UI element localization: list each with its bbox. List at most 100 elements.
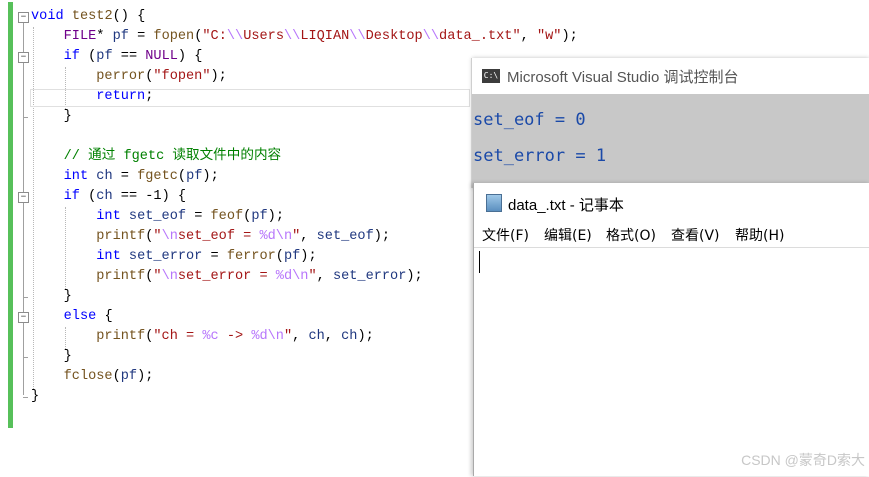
- outline-end-marker: [23, 397, 28, 398]
- code-token: fopen: [153, 29, 195, 44]
- code-token: =: [128, 29, 154, 44]
- menu-edit[interactable]: 编辑(E): [544, 225, 592, 245]
- notepad-window[interactable]: data_.txt - 记事本 文件(F) 编辑(E) 格式(O) 查看(V) …: [473, 183, 869, 476]
- code-line: fclose(pf);: [31, 367, 154, 387]
- code-token: set_eof: [128, 209, 187, 224]
- code-token: int: [96, 249, 121, 264]
- code-token: (: [177, 169, 187, 184]
- code-token: int: [63, 169, 89, 184]
- outline-end-marker: [23, 117, 28, 118]
- code-token: (: [79, 49, 97, 64]
- code-token: ,: [316, 269, 333, 284]
- code-token: int: [96, 209, 121, 224]
- code-token: ) {: [177, 49, 203, 64]
- code-line: else {: [31, 307, 113, 327]
- code-token: );: [210, 69, 227, 84]
- code-token: "ch =: [153, 329, 203, 344]
- collapse-function-icon[interactable]: −: [18, 12, 29, 23]
- code-line: int set_eof = feof(pf);: [31, 207, 284, 227]
- code-token: () {: [112, 9, 146, 24]
- code-token: fgetc: [137, 169, 178, 184]
- code-line: int set_error = ferror(pf);: [31, 247, 316, 267]
- code-token: set_error: [332, 269, 407, 284]
- code-token: \n: [267, 329, 284, 344]
- console-output-line: set_error = 1: [473, 146, 607, 166]
- code-token: data_.txt": [439, 29, 521, 44]
- code-token: );: [373, 229, 391, 244]
- code-token: ch: [96, 189, 113, 204]
- text-caret: [479, 251, 480, 273]
- code-token: ": [153, 269, 162, 284]
- outline-line: [23, 23, 24, 395]
- code-token: ,: [520, 29, 537, 44]
- code-line: // 通过 fgetc 读取文件中的内容: [31, 147, 282, 167]
- collapse-if-block-icon[interactable]: −: [18, 192, 29, 203]
- menu-view[interactable]: 查看(V): [671, 225, 720, 245]
- code-line: }: [31, 107, 72, 127]
- menu-format[interactable]: 格式(O): [606, 225, 656, 245]
- notepad-icon: [486, 194, 502, 212]
- code-token: );: [406, 269, 423, 284]
- collapse-if-block-icon[interactable]: −: [18, 52, 29, 63]
- code-token: pf: [96, 49, 113, 64]
- collapse-else-block-icon[interactable]: −: [18, 312, 29, 323]
- code-token: );: [357, 329, 374, 344]
- code-token: FILE: [63, 29, 97, 44]
- code-token: %d: [259, 229, 276, 244]
- code-token: (: [79, 189, 97, 204]
- code-token: pf: [112, 29, 129, 44]
- console-title: Microsoft Visual Studio 调试控制台: [507, 69, 739, 86]
- debug-console-window[interactable]: C:\ Microsoft Visual Studio 调试控制台 set_eo…: [472, 58, 869, 188]
- code-token: =: [112, 169, 138, 184]
- code-token: == -1) {: [112, 189, 187, 204]
- code-token: perror: [96, 69, 146, 84]
- code-token: LIQIAN: [300, 29, 350, 44]
- code-token: );: [267, 209, 284, 224]
- menu-help[interactable]: 帮助(H): [735, 225, 784, 245]
- code-token: ,: [300, 229, 317, 244]
- notepad-text-area[interactable]: [474, 247, 869, 477]
- code-token: }: [31, 389, 40, 404]
- code-token: \\: [422, 29, 440, 44]
- code-token: "fopen": [153, 69, 211, 84]
- menu-file[interactable]: 文件(F): [482, 225, 529, 245]
- code-token: set_error: [128, 249, 203, 264]
- code-token: \\: [284, 29, 301, 44]
- code-token: test2: [71, 9, 113, 24]
- console-titlebar[interactable]: C:\ Microsoft Visual Studio 调试控制台: [472, 58, 869, 94]
- code-token: NULL: [145, 49, 178, 64]
- code-line: }: [31, 347, 72, 367]
- code-token: \n: [161, 269, 178, 284]
- notepad-titlebar[interactable]: data_.txt - 记事本: [474, 183, 869, 221]
- code-token: pf: [283, 249, 301, 264]
- console-output-area[interactable]: set_eof = 0 set_error = 1: [472, 94, 869, 188]
- code-token: ==: [112, 49, 146, 64]
- code-line: if (ch == -1) {: [31, 187, 186, 207]
- code-token: set_eof =: [177, 229, 260, 244]
- code-token: %c: [202, 329, 219, 344]
- watermark: CSDN @蒙奇D索大: [741, 452, 865, 468]
- code-token: \n: [161, 229, 178, 244]
- code-token: if: [63, 189, 80, 204]
- code-token: ->: [218, 329, 252, 344]
- code-token: *: [96, 29, 113, 44]
- notepad-menubar: 文件(F) 编辑(E) 格式(O) 查看(V) 帮助(H): [474, 223, 869, 247]
- code-token: }: [31, 289, 72, 304]
- code-token: Users: [243, 29, 284, 44]
- code-token: );: [202, 169, 219, 184]
- code-token: set_error =: [177, 269, 276, 284]
- change-tracking-bar: [8, 2, 13, 428]
- code-token: "w": [536, 29, 562, 44]
- code-token: Desktop: [365, 29, 423, 44]
- code-line: printf("\nset_error = %d\n", set_error);: [31, 267, 423, 287]
- code-token: ": [153, 229, 162, 244]
- code-line: printf("ch = %c -> %d\n", ch, ch);: [31, 327, 374, 347]
